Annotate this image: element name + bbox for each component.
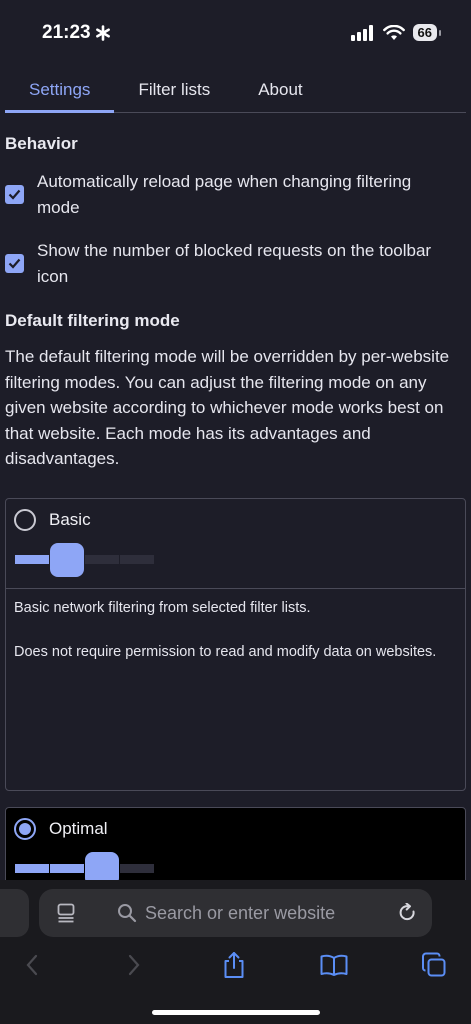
forward-button[interactable] — [119, 950, 149, 980]
slider-segment — [85, 555, 119, 564]
tab-about[interactable]: About — [234, 70, 326, 112]
slider-segment — [120, 864, 154, 873]
wifi-icon — [382, 24, 405, 40]
share-icon — [224, 952, 244, 978]
slider-segment — [50, 864, 84, 873]
basic-description: Basic network filtering from selected fi… — [6, 588, 465, 663]
status-time: 21:23 — [42, 22, 111, 44]
previous-tab-pill[interactable] — [0, 889, 29, 937]
settings-tabs: Settings Filter lists About — [0, 70, 471, 114]
settings-content: Behavior Automatically reload page when … — [0, 114, 471, 472]
slider-segment — [120, 555, 154, 564]
basic-radio[interactable] — [14, 509, 36, 531]
checkmark-icon — [8, 189, 21, 200]
tab-settings[interactable]: Settings — [5, 70, 115, 113]
optimal-radio[interactable] — [14, 818, 36, 840]
reload-page-label: Automatically reload page when changing … — [37, 172, 412, 217]
book-icon — [320, 954, 348, 976]
mode-card-basic[interactable]: Basic Basic network filtering from selec… — [5, 498, 466, 791]
asterisk-icon — [95, 25, 110, 41]
behavior-heading: Behavior — [5, 134, 78, 153]
blocked-count-checkbox[interactable] — [5, 254, 24, 273]
home-indicator — [152, 1010, 320, 1015]
blocked-count-label: Show the number of blocked requests on t… — [37, 241, 432, 286]
search-icon — [118, 904, 137, 923]
filtering-mode-heading: Default filtering mode — [5, 311, 180, 330]
slider-knob — [50, 543, 84, 577]
address-bar[interactable]: Search or enter website — [39, 889, 432, 937]
basic-label: Basic — [49, 510, 91, 529]
basic-desc-line2: Does not require permission to read and … — [14, 644, 437, 660]
status-bar: 21:23 66 — [0, 0, 471, 66]
cellular-signal-icon — [350, 24, 373, 41]
browser-toolbar: Search or enter website — [0, 880, 471, 1024]
bookmarks-button[interactable] — [319, 950, 349, 980]
battery-indicator: 66 — [412, 24, 442, 41]
chevron-right-icon — [128, 954, 140, 976]
search-placeholder: Search or enter website — [145, 902, 336, 923]
reload-icon[interactable] — [398, 903, 417, 923]
browser-nav-row — [0, 950, 471, 980]
tabs-icon — [422, 952, 446, 977]
page-menu-icon[interactable] — [57, 903, 75, 923]
filtering-mode-description: The default filtering mode will be overr… — [5, 347, 450, 468]
reload-page-checkbox[interactable] — [5, 185, 24, 204]
checkmark-icon — [8, 258, 21, 269]
tabs-button[interactable] — [419, 950, 449, 980]
reload-page-option[interactable]: Automatically reload page when changing … — [0, 169, 471, 221]
share-button[interactable] — [219, 950, 249, 980]
slider-segment — [15, 864, 49, 873]
basic-desc-line1: Basic network filtering from selected fi… — [14, 600, 311, 616]
tab-filter-lists[interactable]: Filter lists — [114, 70, 234, 112]
chevron-left-icon — [26, 954, 38, 976]
slider-segment — [15, 555, 49, 564]
blocked-count-option[interactable]: Show the number of blocked requests on t… — [0, 238, 471, 290]
back-button[interactable] — [17, 950, 47, 980]
optimal-label: Optimal — [49, 819, 108, 838]
time-label: 21:23 — [42, 22, 91, 43]
basic-level-slider — [15, 543, 465, 579]
